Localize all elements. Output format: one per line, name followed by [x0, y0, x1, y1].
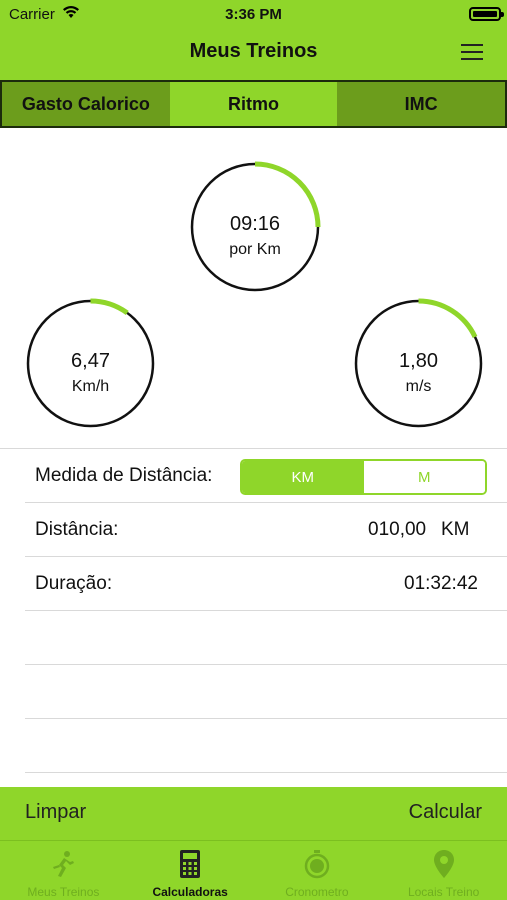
page-title: Meus Treinos: [189, 40, 318, 62]
divider: [25, 772, 507, 773]
divider: [25, 610, 507, 611]
speed-kmh-gauge: 6,47 Km/h: [25, 298, 156, 429]
unit-option-m[interactable]: M: [363, 461, 485, 493]
map-pin-icon: [433, 850, 454, 878]
battery-icon: [469, 7, 504, 21]
distance-unit-selector: KM M: [240, 459, 487, 495]
pace-value: 09:16: [229, 213, 281, 235]
tab-gasto-calorico[interactable]: Gasto Calorico: [0, 82, 170, 126]
tabbar-item-calculadoras[interactable]: Calculadoras: [127, 841, 254, 900]
divider: [25, 718, 507, 719]
tabbar-label: Cronometro: [285, 885, 349, 899]
tabbar-label: Locais Treino: [407, 885, 480, 899]
calculate-button[interactable]: Calcular: [409, 801, 482, 824]
tab-imc[interactable]: IMC: [337, 82, 507, 126]
clear-button[interactable]: Limpar: [25, 801, 86, 824]
speed-ms-unit: m/s: [405, 378, 432, 395]
stopwatch-icon: [304, 850, 330, 879]
duration-label: Duração:: [35, 573, 113, 594]
navigation-header: Carrier 3:36 PM Meus Treinos: [0, 0, 507, 80]
distance-unit-label: Medida de Distância:: [35, 465, 213, 486]
pace-unit: por Km: [229, 241, 281, 258]
clock: 3:36 PM: [225, 6, 282, 23]
distance-unit: KM: [441, 519, 470, 540]
tabbar-item-meus-treinos[interactable]: Meus Treinos: [0, 841, 127, 900]
tabbar-label: Calculadoras: [152, 885, 228, 899]
distance-input[interactable]: 010,00: [368, 519, 426, 541]
runner-icon: [53, 851, 75, 877]
calculator-icon: [180, 850, 201, 878]
divider: [25, 664, 507, 665]
speed-kmh-value: 6,47: [71, 350, 110, 372]
speed-ms-gauge: 1,80 m/s: [353, 298, 484, 429]
calculator-tabs: Gasto Calorico Ritmo IMC: [0, 80, 507, 128]
speed-ms-value: 1,80: [399, 350, 438, 372]
distance-label: Distância:: [35, 519, 119, 540]
unit-option-km[interactable]: KM: [242, 461, 364, 493]
divider: [0, 448, 507, 449]
divider: [25, 556, 507, 557]
speed-kmh-unit: Km/h: [71, 378, 110, 395]
action-bar: Limpar Calcular: [0, 787, 507, 840]
duration-input[interactable]: 01:32:42: [404, 573, 478, 595]
tabbar-item-cronometro[interactable]: Cronometro: [254, 841, 381, 900]
hamburger-menu-icon[interactable]: [461, 43, 483, 61]
tabbar-label: Meus Treinos: [27, 885, 100, 899]
pace-gauge: 09:16 por Km: [189, 161, 321, 293]
bottom-tab-bar: Meus Treinos Calculadoras Cronometro Loc…: [0, 840, 507, 900]
tab-ritmo[interactable]: Ritmo: [169, 82, 338, 126]
status-bar: Carrier 3:36 PM: [0, 0, 507, 28]
tabbar-item-locais-treino[interactable]: Locais Treino: [380, 841, 507, 900]
divider: [25, 502, 507, 503]
